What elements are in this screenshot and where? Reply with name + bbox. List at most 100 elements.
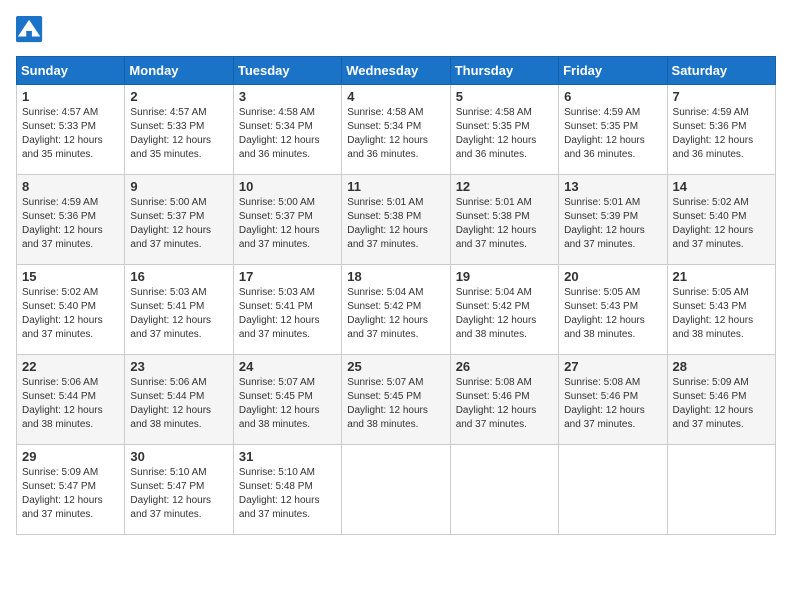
day-info: Sunrise: 5:07 AM Sunset: 5:45 PM Dayligh…: [239, 376, 336, 432]
logo: [16, 16, 48, 44]
day-info: Sunrise: 4:59 AM Sunset: 5:35 PM Dayligh…: [564, 106, 661, 162]
weekday-header-cell: Friday: [559, 57, 667, 85]
day-number: 8: [22, 179, 119, 194]
calendar-week-row: 8 Sunrise: 4:59 AM Sunset: 5:36 PM Dayli…: [17, 175, 776, 265]
calendar-day-cell: 28 Sunrise: 5:09 AM Sunset: 5:46 PM Dayl…: [667, 355, 775, 445]
calendar-day-cell: 4 Sunrise: 4:58 AM Sunset: 5:34 PM Dayli…: [342, 85, 450, 175]
day-number: 7: [673, 89, 770, 104]
calendar-day-cell: 11 Sunrise: 5:01 AM Sunset: 5:38 PM Dayl…: [342, 175, 450, 265]
calendar-week-row: 29 Sunrise: 5:09 AM Sunset: 5:47 PM Dayl…: [17, 445, 776, 535]
weekday-header-row: SundayMondayTuesdayWednesdayThursdayFrid…: [17, 57, 776, 85]
day-number: 17: [239, 269, 336, 284]
day-info: Sunrise: 4:58 AM Sunset: 5:34 PM Dayligh…: [239, 106, 336, 162]
day-info: Sunrise: 5:02 AM Sunset: 5:40 PM Dayligh…: [673, 196, 770, 252]
day-info: Sunrise: 5:08 AM Sunset: 5:46 PM Dayligh…: [456, 376, 553, 432]
day-info: Sunrise: 5:01 AM Sunset: 5:38 PM Dayligh…: [456, 196, 553, 252]
calendar-day-cell: 1 Sunrise: 4:57 AM Sunset: 5:33 PM Dayli…: [17, 85, 125, 175]
day-info: Sunrise: 5:01 AM Sunset: 5:38 PM Dayligh…: [347, 196, 444, 252]
day-number: 6: [564, 89, 661, 104]
weekday-header-cell: Saturday: [667, 57, 775, 85]
calendar-day-cell: 25 Sunrise: 5:07 AM Sunset: 5:45 PM Dayl…: [342, 355, 450, 445]
calendar-day-cell: 5 Sunrise: 4:58 AM Sunset: 5:35 PM Dayli…: [450, 85, 558, 175]
weekday-header-cell: Thursday: [450, 57, 558, 85]
day-info: Sunrise: 5:04 AM Sunset: 5:42 PM Dayligh…: [347, 286, 444, 342]
calendar-day-cell: 31 Sunrise: 5:10 AM Sunset: 5:48 PM Dayl…: [233, 445, 341, 535]
day-number: 27: [564, 359, 661, 374]
calendar-day-cell: [559, 445, 667, 535]
day-number: 14: [673, 179, 770, 194]
calendar-day-cell: 14 Sunrise: 5:02 AM Sunset: 5:40 PM Dayl…: [667, 175, 775, 265]
calendar-day-cell: 20 Sunrise: 5:05 AM Sunset: 5:43 PM Dayl…: [559, 265, 667, 355]
calendar-day-cell: 6 Sunrise: 4:59 AM Sunset: 5:35 PM Dayli…: [559, 85, 667, 175]
calendar-day-cell: [667, 445, 775, 535]
day-number: 10: [239, 179, 336, 194]
day-number: 31: [239, 449, 336, 464]
calendar-day-cell: 3 Sunrise: 4:58 AM Sunset: 5:34 PM Dayli…: [233, 85, 341, 175]
day-info: Sunrise: 5:10 AM Sunset: 5:48 PM Dayligh…: [239, 466, 336, 522]
calendar-day-cell: [450, 445, 558, 535]
day-number: 5: [456, 89, 553, 104]
calendar-day-cell: 9 Sunrise: 5:00 AM Sunset: 5:37 PM Dayli…: [125, 175, 233, 265]
calendar-day-cell: 15 Sunrise: 5:02 AM Sunset: 5:40 PM Dayl…: [17, 265, 125, 355]
calendar-day-cell: 19 Sunrise: 5:04 AM Sunset: 5:42 PM Dayl…: [450, 265, 558, 355]
calendar-day-cell: 8 Sunrise: 4:59 AM Sunset: 5:36 PM Dayli…: [17, 175, 125, 265]
day-info: Sunrise: 5:07 AM Sunset: 5:45 PM Dayligh…: [347, 376, 444, 432]
day-info: Sunrise: 5:09 AM Sunset: 5:47 PM Dayligh…: [22, 466, 119, 522]
day-number: 2: [130, 89, 227, 104]
weekday-header-cell: Tuesday: [233, 57, 341, 85]
day-info: Sunrise: 4:59 AM Sunset: 5:36 PM Dayligh…: [673, 106, 770, 162]
day-info: Sunrise: 5:02 AM Sunset: 5:40 PM Dayligh…: [22, 286, 119, 342]
calendar-day-cell: 26 Sunrise: 5:08 AM Sunset: 5:46 PM Dayl…: [450, 355, 558, 445]
calendar-day-cell: 27 Sunrise: 5:08 AM Sunset: 5:46 PM Dayl…: [559, 355, 667, 445]
calendar-day-cell: 23 Sunrise: 5:06 AM Sunset: 5:44 PM Dayl…: [125, 355, 233, 445]
day-info: Sunrise: 4:58 AM Sunset: 5:35 PM Dayligh…: [456, 106, 553, 162]
day-number: 16: [130, 269, 227, 284]
day-number: 12: [456, 179, 553, 194]
calendar-day-cell: 24 Sunrise: 5:07 AM Sunset: 5:45 PM Dayl…: [233, 355, 341, 445]
weekday-header-cell: Sunday: [17, 57, 125, 85]
day-number: 3: [239, 89, 336, 104]
day-number: 22: [22, 359, 119, 374]
day-info: Sunrise: 5:00 AM Sunset: 5:37 PM Dayligh…: [130, 196, 227, 252]
day-info: Sunrise: 4:58 AM Sunset: 5:34 PM Dayligh…: [347, 106, 444, 162]
calendar-day-cell: [342, 445, 450, 535]
calendar-week-row: 1 Sunrise: 4:57 AM Sunset: 5:33 PM Dayli…: [17, 85, 776, 175]
day-info: Sunrise: 4:59 AM Sunset: 5:36 PM Dayligh…: [22, 196, 119, 252]
calendar-day-cell: 30 Sunrise: 5:10 AM Sunset: 5:47 PM Dayl…: [125, 445, 233, 535]
day-number: 15: [22, 269, 119, 284]
day-info: Sunrise: 4:57 AM Sunset: 5:33 PM Dayligh…: [130, 106, 227, 162]
day-info: Sunrise: 5:06 AM Sunset: 5:44 PM Dayligh…: [130, 376, 227, 432]
day-number: 11: [347, 179, 444, 194]
calendar-week-row: 22 Sunrise: 5:06 AM Sunset: 5:44 PM Dayl…: [17, 355, 776, 445]
weekday-header-cell: Monday: [125, 57, 233, 85]
day-number: 30: [130, 449, 227, 464]
day-info: Sunrise: 5:06 AM Sunset: 5:44 PM Dayligh…: [22, 376, 119, 432]
calendar-day-cell: 7 Sunrise: 4:59 AM Sunset: 5:36 PM Dayli…: [667, 85, 775, 175]
calendar-day-cell: 18 Sunrise: 5:04 AM Sunset: 5:42 PM Dayl…: [342, 265, 450, 355]
calendar-day-cell: 2 Sunrise: 4:57 AM Sunset: 5:33 PM Dayli…: [125, 85, 233, 175]
weekday-header-cell: Wednesday: [342, 57, 450, 85]
calendar-day-cell: 29 Sunrise: 5:09 AM Sunset: 5:47 PM Dayl…: [17, 445, 125, 535]
calendar-day-cell: 21 Sunrise: 5:05 AM Sunset: 5:43 PM Dayl…: [667, 265, 775, 355]
day-number: 13: [564, 179, 661, 194]
day-info: Sunrise: 5:10 AM Sunset: 5:47 PM Dayligh…: [130, 466, 227, 522]
day-number: 20: [564, 269, 661, 284]
day-info: Sunrise: 5:00 AM Sunset: 5:37 PM Dayligh…: [239, 196, 336, 252]
calendar-day-cell: 17 Sunrise: 5:03 AM Sunset: 5:41 PM Dayl…: [233, 265, 341, 355]
day-info: Sunrise: 5:05 AM Sunset: 5:43 PM Dayligh…: [673, 286, 770, 342]
day-number: 26: [456, 359, 553, 374]
calendar-day-cell: 13 Sunrise: 5:01 AM Sunset: 5:39 PM Dayl…: [559, 175, 667, 265]
day-info: Sunrise: 5:05 AM Sunset: 5:43 PM Dayligh…: [564, 286, 661, 342]
day-number: 1: [22, 89, 119, 104]
day-number: 28: [673, 359, 770, 374]
calendar-week-row: 15 Sunrise: 5:02 AM Sunset: 5:40 PM Dayl…: [17, 265, 776, 355]
page-header: [16, 16, 776, 44]
calendar-table: SundayMondayTuesdayWednesdayThursdayFrid…: [16, 56, 776, 535]
day-info: Sunrise: 5:01 AM Sunset: 5:39 PM Dayligh…: [564, 196, 661, 252]
calendar-day-cell: 22 Sunrise: 5:06 AM Sunset: 5:44 PM Dayl…: [17, 355, 125, 445]
day-number: 29: [22, 449, 119, 464]
day-info: Sunrise: 5:03 AM Sunset: 5:41 PM Dayligh…: [239, 286, 336, 342]
day-number: 24: [239, 359, 336, 374]
day-info: Sunrise: 5:08 AM Sunset: 5:46 PM Dayligh…: [564, 376, 661, 432]
day-number: 23: [130, 359, 227, 374]
